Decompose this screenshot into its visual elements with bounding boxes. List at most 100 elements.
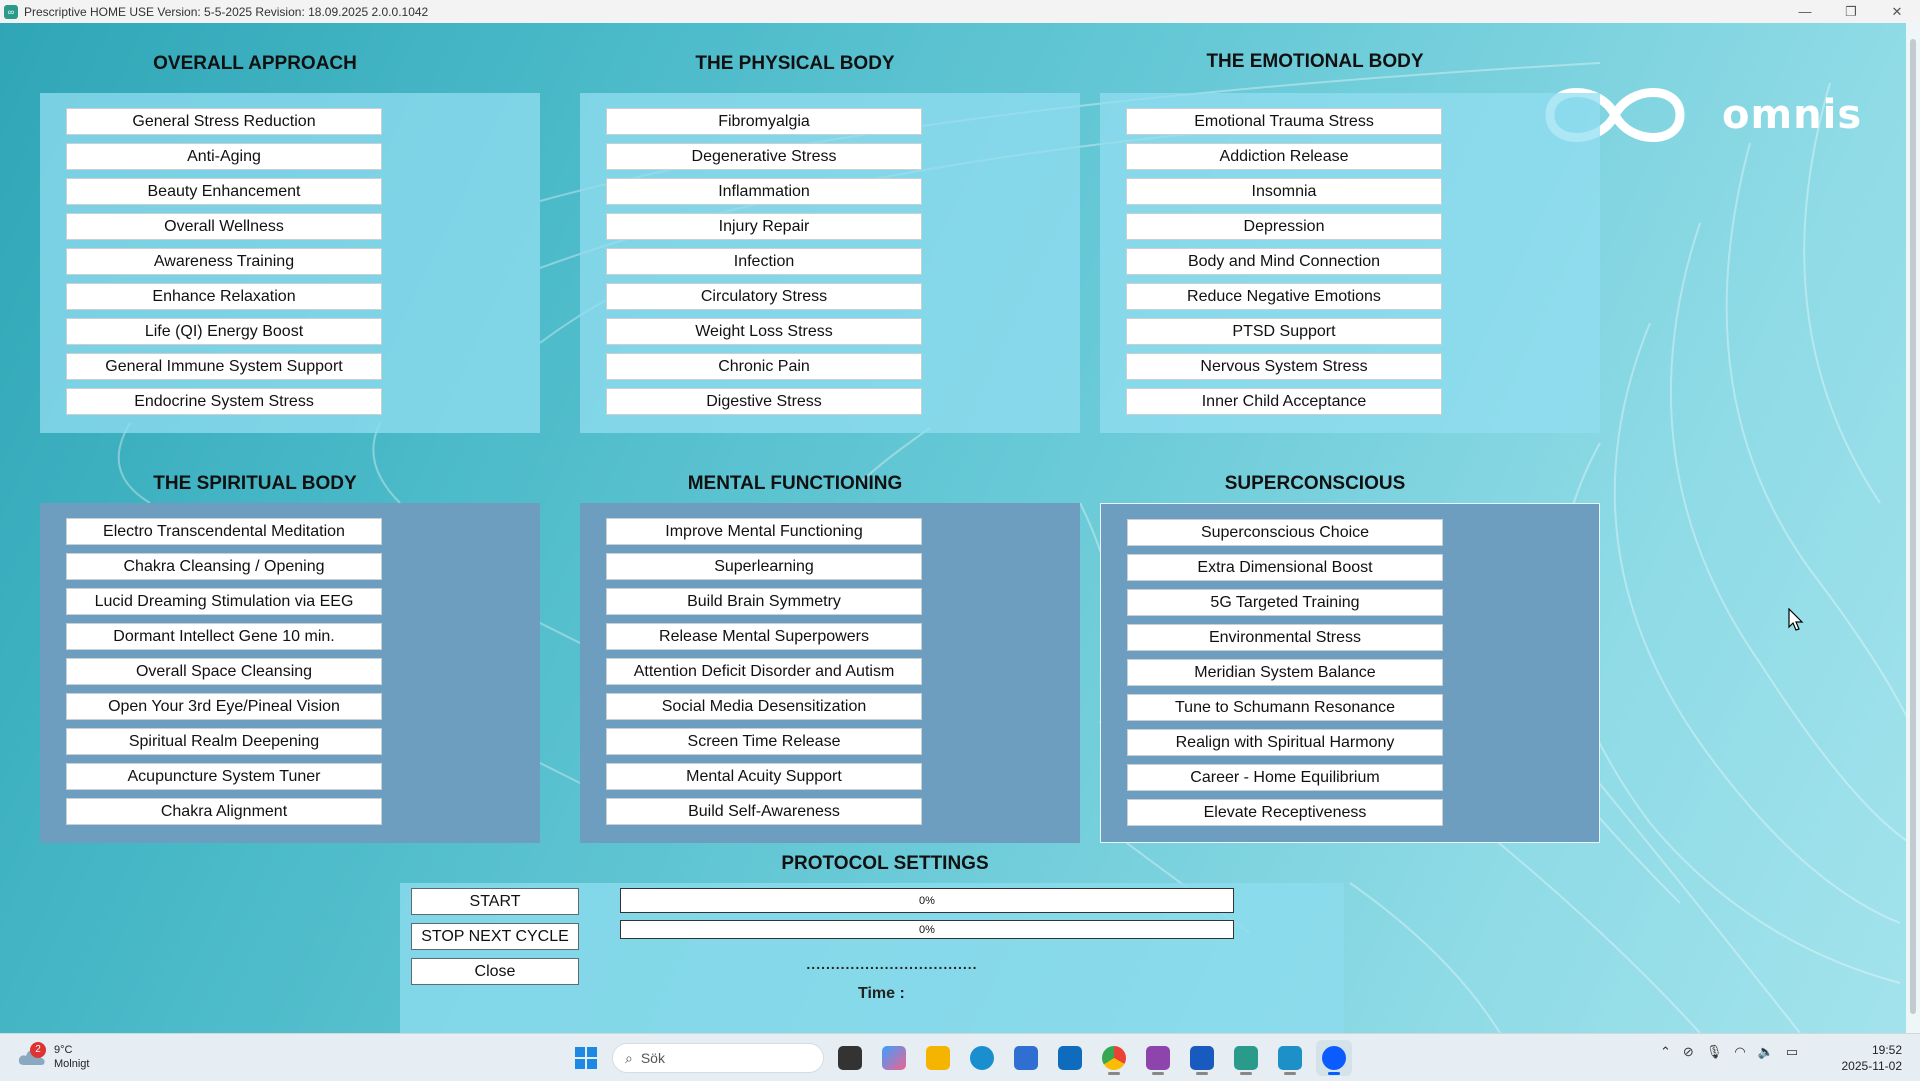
- mental-option-button[interactable]: Attention Deficit Disorder and Autism: [606, 658, 922, 685]
- zoom-button[interactable]: [1316, 1040, 1352, 1076]
- restore-button[interactable]: ❐: [1828, 0, 1874, 23]
- overall-option-button[interactable]: Overall Wellness: [66, 213, 382, 240]
- spiritual-option-button[interactable]: Chakra Cleansing / Opening: [66, 553, 382, 580]
- superconscious-option-button[interactable]: Tune to Schumann Resonance: [1127, 694, 1443, 721]
- overall-option-button[interactable]: General Immune System Support: [66, 353, 382, 380]
- physical-option-button[interactable]: Infection: [606, 248, 922, 275]
- omnis-app-button[interactable]: [1228, 1040, 1264, 1076]
- emotional-option-button[interactable]: PTSD Support: [1126, 318, 1442, 345]
- app-purple-button[interactable]: [1140, 1040, 1176, 1076]
- superconscious-panel: Superconscious Choice Extra Dimensional B…: [1100, 503, 1600, 843]
- scrollbar-thumb[interactable]: [1910, 39, 1916, 1014]
- spiritual-option-button[interactable]: Electro Transcendental Meditation: [66, 518, 382, 545]
- windows-icon: [575, 1047, 597, 1069]
- emotional-option-button[interactable]: Inner Child Acceptance: [1126, 388, 1442, 415]
- superconscious-option-button[interactable]: Meridian System Balance: [1127, 659, 1443, 686]
- superconscious-option-button[interactable]: Realign with Spiritual Harmony: [1127, 729, 1443, 756]
- superconscious-option-button[interactable]: Environmental Stress: [1127, 624, 1443, 651]
- superconscious-option-button[interactable]: 5G Targeted Training: [1127, 589, 1443, 616]
- mental-option-button[interactable]: Build Self-Awareness: [606, 798, 922, 825]
- mental-option-button[interactable]: Superlearning: [606, 553, 922, 580]
- search-icon: ⌕: [625, 1049, 633, 1066]
- mental-option-button[interactable]: Build Brain Symmetry: [606, 588, 922, 615]
- mental-option-button[interactable]: Social Media Desensitization: [606, 693, 922, 720]
- emotional-title: THE EMOTIONAL BODY: [1206, 51, 1424, 72]
- window-title: Prescriptive HOME USE Version: 5-5-2025 …: [24, 4, 429, 19]
- weather-widget[interactable]: 2 9°C Molnigt: [18, 1042, 89, 1071]
- physical-option-button[interactable]: Chronic Pain: [606, 353, 922, 380]
- word-button[interactable]: [1184, 1040, 1220, 1076]
- physical-title: THE PHYSICAL BODY: [695, 53, 895, 74]
- close-button[interactable]: Close: [411, 958, 579, 985]
- task-view-icon: [838, 1046, 862, 1070]
- overall-option-button[interactable]: General Stress Reduction: [66, 108, 382, 135]
- physical-option-button[interactable]: Degenerative Stress: [606, 143, 922, 170]
- clock-date: 2025-11-02: [1841, 1059, 1903, 1073]
- emotional-option-button[interactable]: Reduce Negative Emotions: [1126, 283, 1442, 310]
- physical-option-button[interactable]: Inflammation: [606, 178, 922, 205]
- overall-option-button[interactable]: Endocrine System Stress: [66, 388, 382, 415]
- search-placeholder: Sök: [640, 1050, 665, 1066]
- chevron-up-icon[interactable]: ⌃: [1660, 1044, 1671, 1060]
- store-button[interactable]: [1008, 1040, 1044, 1076]
- superconscious-option-button[interactable]: Extra Dimensional Boost: [1127, 554, 1443, 581]
- physical-option-button[interactable]: Weight Loss Stress: [606, 318, 922, 345]
- volume-icon[interactable]: 🔈: [1758, 1044, 1774, 1060]
- superconscious-option-button[interactable]: Elevate Receptiveness: [1127, 799, 1443, 826]
- overall-option-button[interactable]: Beauty Enhancement: [66, 178, 382, 205]
- minimize-button[interactable]: —: [1782, 0, 1828, 23]
- spiritual-option-button[interactable]: Chakra Alignment: [66, 798, 382, 825]
- physical-option-button[interactable]: Injury Repair: [606, 213, 922, 240]
- mental-option-button[interactable]: Screen Time Release: [606, 728, 922, 755]
- emotional-option-button[interactable]: Nervous System Stress: [1126, 353, 1442, 380]
- spiritual-option-button[interactable]: Spiritual Realm Deepening: [66, 728, 382, 755]
- start-menu-button[interactable]: [568, 1040, 604, 1076]
- microphone-icon[interactable]: 🎙: [1706, 1044, 1723, 1060]
- spiritual-option-button[interactable]: Dormant Intellect Gene 10 min.: [66, 623, 382, 650]
- chrome-button[interactable]: [1096, 1040, 1132, 1076]
- taskbar-clock[interactable]: 19:52 2025-11-02: [1830, 1042, 1903, 1074]
- overall-option-button[interactable]: Enhance Relaxation: [66, 283, 382, 310]
- file-explorer-button[interactable]: [920, 1040, 956, 1076]
- spiritual-option-button[interactable]: Open Your 3rd Eye/Pineal Vision: [66, 693, 382, 720]
- wifi-icon[interactable]: ◠: [1734, 1044, 1745, 1060]
- mental-option-button[interactable]: Mental Acuity Support: [606, 763, 922, 790]
- overall-option-button[interactable]: Life (QI) Energy Boost: [66, 318, 382, 345]
- mental-option-button[interactable]: Improve Mental Functioning: [606, 518, 922, 545]
- spiritual-option-button[interactable]: Overall Space Cleansing: [66, 658, 382, 685]
- copilot-button[interactable]: [876, 1040, 912, 1076]
- overall-title: OVERALL APPROACH: [153, 53, 357, 74]
- battery-icon[interactable]: ▭: [1786, 1044, 1798, 1060]
- task-view-button[interactable]: [832, 1040, 868, 1076]
- photos-button[interactable]: [1272, 1040, 1308, 1076]
- spiritual-option-button[interactable]: Lucid Dreaming Stimulation via EEG: [66, 588, 382, 615]
- physical-option-button[interactable]: Circulatory Stress: [606, 283, 922, 310]
- app-icon: ∞: [4, 4, 18, 19]
- network-off-icon[interactable]: ⊘: [1683, 1044, 1694, 1060]
- stop-next-cycle-button[interactable]: STOP NEXT CYCLE: [411, 923, 579, 950]
- emotional-option-button[interactable]: Depression: [1126, 213, 1442, 240]
- logo-text: omnis: [1722, 92, 1863, 138]
- mental-option-button[interactable]: Release Mental Superpowers: [606, 623, 922, 650]
- emotional-option-button[interactable]: Body and Mind Connection: [1126, 248, 1442, 275]
- physical-option-button[interactable]: Digestive Stress: [606, 388, 922, 415]
- vertical-scrollbar[interactable]: [1906, 23, 1920, 1033]
- overall-option-button[interactable]: Awareness Training: [66, 248, 382, 275]
- overall-option-button[interactable]: Anti-Aging: [66, 143, 382, 170]
- taskbar-search[interactable]: ⌕ Sök: [612, 1043, 824, 1073]
- emotional-panel: Emotional Trauma Stress Addiction Release…: [1100, 93, 1600, 433]
- protocol-title: PROTOCOL SETTINGS: [781, 853, 989, 874]
- emotional-option-button[interactable]: Insomnia: [1126, 178, 1442, 205]
- physical-option-button[interactable]: Fibromyalgia: [606, 108, 922, 135]
- spiritual-option-button[interactable]: Acupuncture System Tuner: [66, 763, 382, 790]
- emotional-option-button[interactable]: Addiction Release: [1126, 143, 1442, 170]
- emotional-option-button[interactable]: Emotional Trauma Stress: [1126, 108, 1442, 135]
- superconscious-option-button[interactable]: Career - Home Equilibrium: [1127, 764, 1443, 791]
- superconscious-option-button[interactable]: Superconscious Choice: [1127, 519, 1443, 546]
- close-window-button[interactable]: ✕: [1874, 0, 1920, 23]
- start-button[interactable]: START: [411, 888, 579, 915]
- progress-bar-2: 0%: [620, 920, 1234, 939]
- outlook-button[interactable]: [1052, 1040, 1088, 1076]
- edge-button[interactable]: [964, 1040, 1000, 1076]
- taskbar: 2 9°C Molnigt ⌕ Sök ⌃ ⊘ 🎙 ◠ 🔈 ▭ 19:52 20…: [0, 1033, 1920, 1081]
